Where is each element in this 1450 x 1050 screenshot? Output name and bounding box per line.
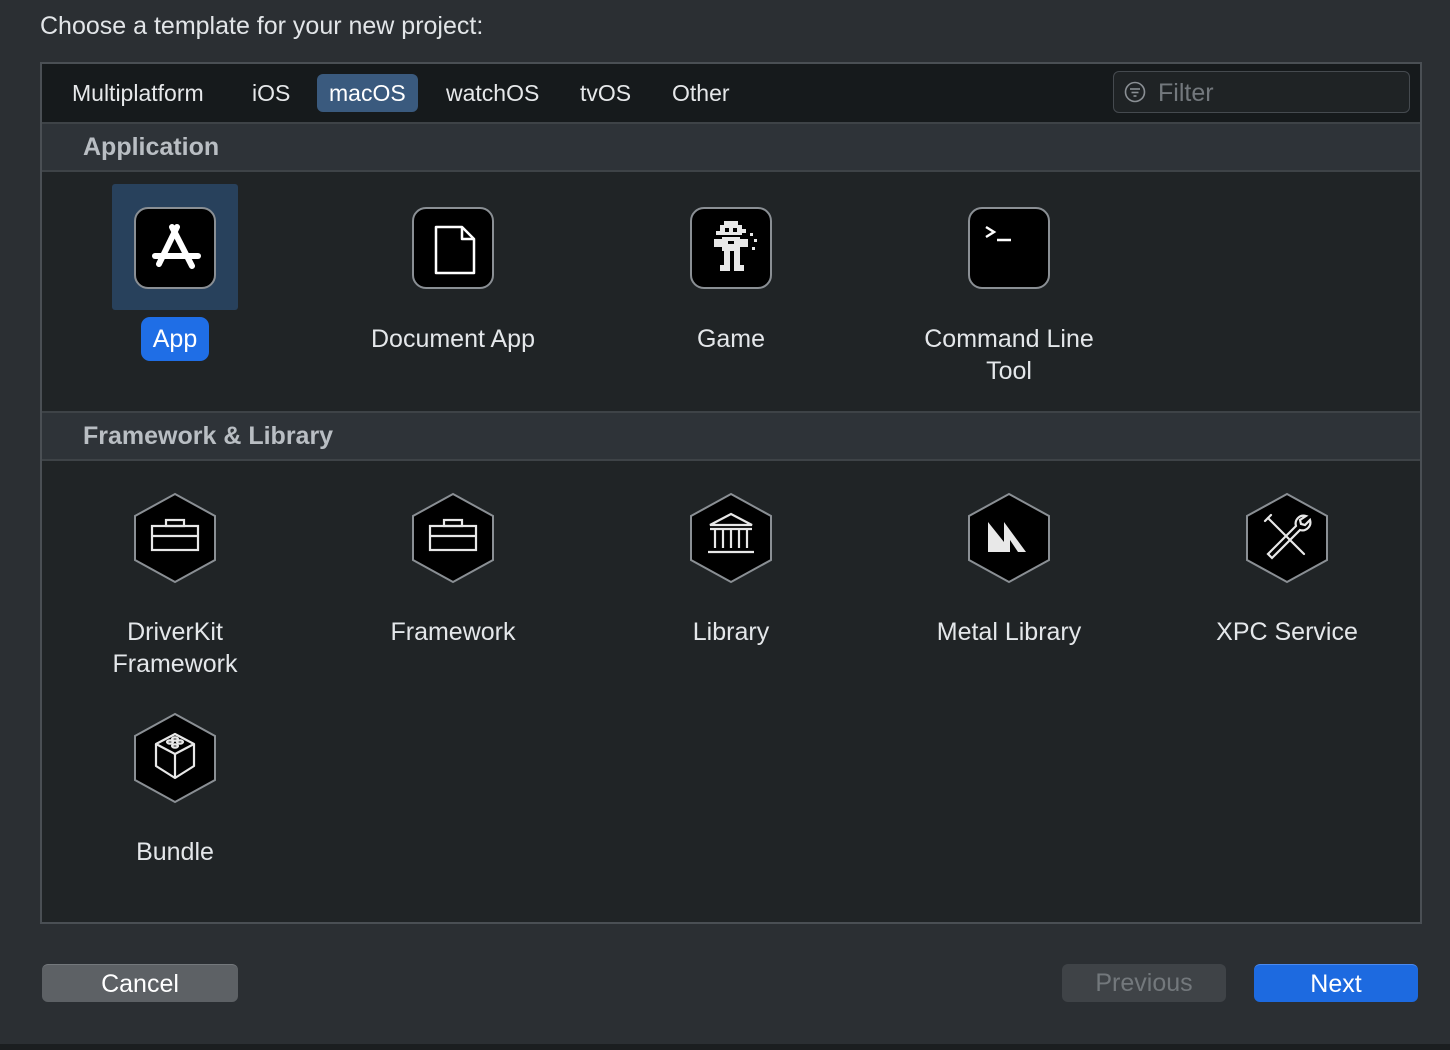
tab-macos[interactable]: macOS	[317, 74, 418, 112]
template-framework[interactable]: Framework	[328, 492, 578, 692]
bundle-icon-wrap	[132, 712, 218, 804]
template-metal-library-label: Metal Library	[936, 618, 1082, 646]
tab-watchos[interactable]: watchOS	[434, 74, 551, 112]
template-chooser-panel: Multiplatform iOS macOS watchOS tvOS Oth…	[40, 62, 1422, 924]
template-library-label: Library	[692, 618, 770, 646]
template-xpc-service-label: XPC Service	[1216, 618, 1358, 646]
template-game-label: Game	[696, 325, 766, 353]
template-document-app-label: Document App	[371, 325, 535, 353]
filter-field[interactable]	[1113, 71, 1410, 113]
template-bundle-label: Bundle	[136, 838, 214, 866]
building-columns-icon	[690, 492, 772, 584]
template-driverkit-framework[interactable]: DriverKit Framework	[50, 492, 300, 692]
xpc-icon-wrap	[1244, 492, 1330, 584]
tab-tvos[interactable]: tvOS	[568, 74, 643, 112]
template-driverkit-framework-label: DriverKit Framework	[112, 618, 238, 678]
template-label: App	[50, 317, 300, 361]
app-store-icon	[152, 224, 201, 269]
framework-icon-wrap	[410, 492, 496, 584]
section-header-framework-library: Framework & Library	[42, 411, 1420, 461]
library-icon-wrap	[688, 492, 774, 584]
tab-ios[interactable]: iOS	[240, 74, 302, 112]
metal-icon-wrap	[966, 492, 1052, 584]
wrench-screwdriver-icon	[1246, 492, 1328, 584]
document-icon	[434, 225, 476, 275]
terminal-icon-wrap	[966, 205, 1052, 291]
template-command-line-tool[interactable]: Command Line Tool	[884, 205, 1134, 405]
tab-other[interactable]: Other	[660, 74, 742, 112]
platform-tab-bar: Multiplatform iOS macOS watchOS tvOS Oth…	[42, 64, 1420, 124]
previous-button[interactable]: Previous	[1062, 964, 1226, 1002]
game-icon-wrap	[688, 205, 774, 291]
template-app-label: App	[140, 317, 210, 361]
driverkit-icon-wrap	[132, 492, 218, 584]
window-bottom-edge	[0, 1044, 1450, 1050]
template-document-app[interactable]: Document App	[328, 205, 578, 405]
template-library[interactable]: Library	[606, 492, 856, 692]
metal-icon	[968, 492, 1050, 584]
template-metal-library[interactable]: Metal Library	[884, 492, 1134, 692]
toolbox-icon	[412, 492, 494, 584]
document-icon-wrap	[410, 205, 496, 291]
dialog-prompt: Choose a template for your new project:	[40, 12, 484, 40]
section-title: Application	[83, 133, 220, 161]
terminal-icon	[985, 225, 1011, 242]
template-bundle[interactable]: Bundle	[50, 712, 300, 872]
next-button[interactable]: Next	[1254, 964, 1418, 1002]
template-command-line-tool-label: Command Line Tool	[924, 325, 1094, 385]
filter-input[interactable]	[1156, 74, 1400, 112]
tab-multiplatform[interactable]: Multiplatform	[60, 74, 216, 112]
template-game[interactable]: Game	[606, 205, 856, 405]
template-framework-label: Framework	[390, 618, 516, 646]
game-sprite-icon	[714, 221, 757, 271]
section-header-application: Application	[42, 122, 1420, 172]
section-title: Framework & Library	[83, 422, 334, 450]
template-app[interactable]: App	[50, 205, 300, 405]
filter-icon	[1124, 81, 1146, 103]
toolbox-icon	[134, 492, 216, 584]
app-icon-wrap	[132, 205, 218, 291]
cancel-button[interactable]: Cancel	[42, 964, 238, 1002]
cube-icon	[134, 712, 216, 804]
template-xpc-service[interactable]: XPC Service	[1162, 492, 1412, 692]
